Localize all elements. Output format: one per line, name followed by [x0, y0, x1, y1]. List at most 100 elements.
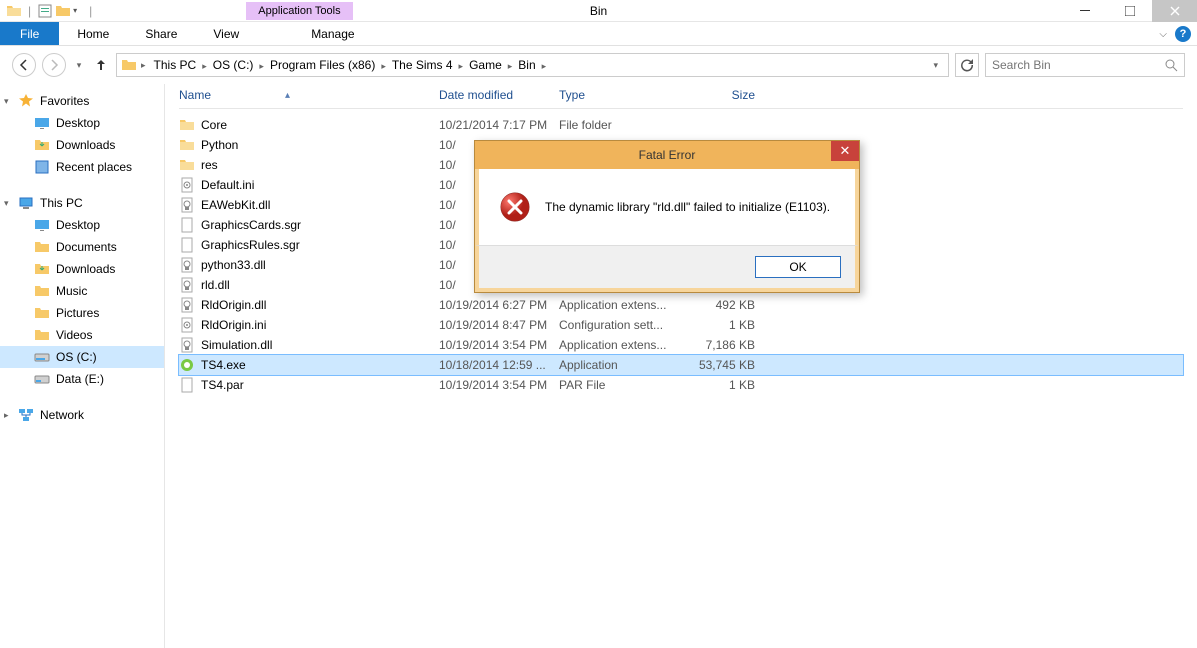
tab-file[interactable]: File [0, 22, 59, 45]
tab-view[interactable]: View [195, 22, 257, 45]
ini-icon [179, 317, 195, 333]
search-input[interactable] [992, 58, 1165, 72]
dialog-title-bar[interactable]: Fatal Error ✕ [475, 141, 859, 169]
sidebar-item-label: Desktop [56, 116, 100, 130]
separator: | [89, 4, 92, 18]
chevron-right-icon[interactable]: ▸ [540, 61, 549, 71]
file-row[interactable]: RldOrigin.ini10/19/2014 8:47 PMConfigura… [179, 315, 1183, 335]
column-type[interactable]: Type [559, 88, 675, 102]
breadcrumb-segment[interactable]: Program Files (x86) [266, 58, 379, 72]
file-row[interactable]: TS4.exe10/18/2014 12:59 ...Application53… [178, 354, 1184, 376]
sidebar-item[interactable]: Desktop [0, 214, 164, 236]
sidebar-item[interactable]: Recent places [0, 156, 164, 178]
file-type: File folder [559, 118, 675, 132]
dialog-close-button[interactable]: ✕ [831, 141, 859, 161]
sidebar-item[interactable]: Downloads [0, 258, 164, 280]
file-date: 10/19/2014 6:27 PM [439, 298, 559, 312]
sidebar-item-label: Pictures [56, 306, 99, 320]
sidebar-group-network: ▸ Network [0, 404, 164, 426]
sidebar-item[interactable]: Desktop [0, 112, 164, 134]
ok-button[interactable]: OK [755, 256, 841, 278]
window-title: Bin [590, 4, 607, 18]
dialog-body: The dynamic library "rld.dll" failed to … [475, 169, 859, 245]
sidebar-item[interactable]: Videos [0, 324, 164, 346]
file-type: Application extens... [559, 298, 675, 312]
column-name[interactable]: Name▴ [179, 88, 439, 102]
forward-button[interactable] [42, 53, 66, 77]
maximize-button[interactable] [1107, 0, 1152, 22]
address-bar[interactable]: ▸ This PC▸OS (C:)▸Program Files (x86)▸Th… [116, 53, 949, 77]
breadcrumb-segment[interactable]: Bin [514, 58, 539, 72]
breadcrumb-segment[interactable]: The Sims 4 [388, 58, 457, 72]
chevron-down-icon: ▾ [4, 198, 9, 209]
file-size: 1 KB [675, 318, 755, 332]
sidebar-item-label: Desktop [56, 218, 100, 232]
application-tools-tab[interactable]: Application Tools [246, 2, 352, 20]
sidebar-item[interactable]: Data (E:) [0, 368, 164, 390]
close-button[interactable] [1152, 0, 1197, 22]
file-row[interactable]: Simulation.dll10/19/2014 3:54 PMApplicat… [179, 335, 1183, 355]
sidebar-group-thispc: ▾ This PC Desktop DocumentsDownloadsMusic… [0, 192, 164, 390]
tab-home[interactable]: Home [59, 22, 127, 45]
chevron-right-icon: ▸ [4, 410, 9, 421]
breadcrumb-segment[interactable]: Game [465, 58, 506, 72]
item-icon [34, 349, 50, 365]
breadcrumb-segment[interactable]: OS (C:) [209, 58, 258, 72]
column-date[interactable]: Date modified [439, 88, 559, 102]
refresh-button[interactable] [955, 53, 979, 77]
help-icon[interactable]: ? [1175, 26, 1191, 42]
dll-icon [179, 337, 195, 353]
chevron-down-icon: ▾ [4, 96, 9, 107]
sidebar-item[interactable]: Downloads [0, 134, 164, 156]
address-dropdown-icon[interactable]: ▾ [927, 60, 944, 71]
file-name: Python [201, 138, 238, 152]
sidebar-label: Favorites [40, 94, 89, 108]
qat-dropdown-icon[interactable]: ▾ [73, 6, 83, 15]
file-name: TS4.exe [201, 358, 246, 372]
file-name: GraphicsCards.sgr [201, 218, 301, 232]
file-row[interactable]: RldOrigin.dll10/19/2014 6:27 PMApplicati… [179, 295, 1183, 315]
up-button[interactable] [92, 56, 110, 74]
tab-share[interactable]: Share [127, 22, 195, 45]
ribbon-expand-icon[interactable]: ⌵ [1159, 29, 1167, 40]
sidebar-item[interactable]: Documents [0, 236, 164, 258]
file-row[interactable]: Core 10/21/2014 7:17 PMFile folder [179, 115, 1183, 135]
file-size: 1 KB [675, 378, 755, 392]
file-type: PAR File [559, 378, 675, 392]
file-type: Configuration sett... [559, 318, 675, 332]
chevron-right-icon[interactable]: ▸ [139, 60, 148, 71]
chevron-right-icon[interactable]: ▸ [379, 61, 388, 71]
file-name: Core [201, 118, 227, 132]
file-date: 10/21/2014 7:17 PM [439, 118, 559, 132]
navigation-bar: ▾ ▸ This PC▸OS (C:)▸Program Files (x86)▸… [0, 46, 1197, 84]
chevron-right-icon[interactable]: ▸ [200, 61, 209, 71]
file-type: Application [559, 358, 675, 372]
item-icon [34, 217, 50, 233]
breadcrumb-segment[interactable]: This PC [150, 58, 201, 72]
sidebar-item[interactable]: Pictures [0, 302, 164, 324]
new-folder-icon[interactable] [55, 3, 71, 19]
sidebar-item[interactable]: OS (C:) [0, 346, 164, 368]
sidebar-head-favorites[interactable]: ▾ Favorites [0, 90, 164, 112]
search-box[interactable] [985, 53, 1185, 77]
sidebar-item-label: Data (E:) [56, 372, 104, 386]
file-row[interactable]: TS4.par10/19/2014 3:54 PMPAR File1 KB [179, 375, 1183, 395]
chevron-right-icon[interactable]: ▸ [257, 61, 266, 71]
minimize-button[interactable] [1062, 0, 1107, 22]
properties-icon[interactable] [37, 3, 53, 19]
history-dropdown-icon[interactable]: ▾ [72, 53, 86, 77]
file-name: rld.dll [201, 278, 230, 292]
sidebar-head-network[interactable]: ▸ Network [0, 404, 164, 426]
sidebar-head-thispc[interactable]: ▾ This PC [0, 192, 164, 214]
exe-icon [179, 357, 195, 373]
item-icon [34, 115, 50, 131]
chevron-right-icon[interactable]: ▸ [457, 61, 466, 71]
file-size: 7,186 KB [675, 338, 755, 352]
file-date: 10/19/2014 8:47 PM [439, 318, 559, 332]
sidebar-item[interactable]: Music [0, 280, 164, 302]
chevron-right-icon[interactable]: ▸ [506, 61, 515, 71]
back-button[interactable] [12, 53, 36, 77]
title-bar: | ▾ | Application Tools Bin [0, 0, 1197, 22]
tab-manage[interactable]: Manage [293, 22, 372, 45]
column-size[interactable]: Size [675, 88, 755, 102]
